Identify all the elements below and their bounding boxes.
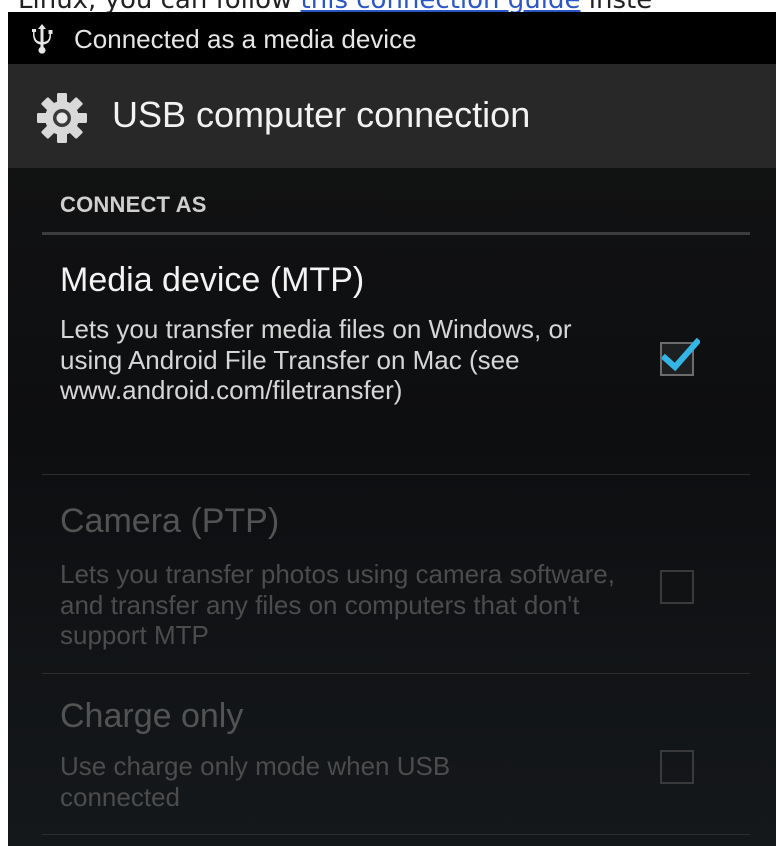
option-description: Lets you transfer photos using camera so… [60, 559, 615, 650]
checkbox-box [660, 570, 694, 604]
page-top-text-after: inste [580, 0, 652, 12]
usb-icon [32, 24, 53, 54]
checkbox-box [660, 750, 694, 784]
option-title: Charge only [60, 697, 244, 735]
option-description: Lets you transfer media files on Windows… [60, 314, 572, 405]
section-header: CONNECT AS [60, 192, 207, 217]
android-screen: Connected as a media device USB computer… [8, 12, 776, 846]
option-media-device[interactable]: Media device (MTP) Lets you transfer med… [8, 236, 776, 474]
option-title: Media device (MTP) [60, 261, 365, 299]
status-text: Connected as a media device [74, 24, 417, 54]
option-divider [42, 834, 750, 835]
option-charge-only[interactable]: Charge only Use charge only mode when US… [8, 674, 776, 834]
action-bar: USB computer connection [8, 64, 776, 168]
charge-only-checkbox[interactable] [660, 750, 694, 784]
option-description: Use charge only mode when USB connected [60, 751, 451, 812]
page-top-text-before: Linux, you can follow [18, 0, 301, 12]
option-title: Camera (PTP) [60, 502, 280, 540]
status-bar[interactable]: Connected as a media device [8, 12, 776, 64]
page: Linux, you can follow this connection gu… [0, 0, 776, 846]
section-divider [42, 232, 750, 235]
camera-checkbox[interactable] [660, 570, 694, 604]
page-top-text-strip: Linux, you can follow this connection gu… [0, 0, 776, 12]
page-top-text: Linux, you can follow this connection gu… [18, 0, 652, 12]
option-camera[interactable]: Camera (PTP) Lets you transfer photos us… [8, 475, 776, 673]
gear-icon [37, 93, 87, 143]
media-device-checkbox[interactable] [660, 338, 700, 376]
connection-guide-link[interactable]: this connection guide [301, 0, 581, 12]
action-bar-title: USB computer connection [112, 94, 531, 135]
checkmark-icon [662, 338, 700, 372]
